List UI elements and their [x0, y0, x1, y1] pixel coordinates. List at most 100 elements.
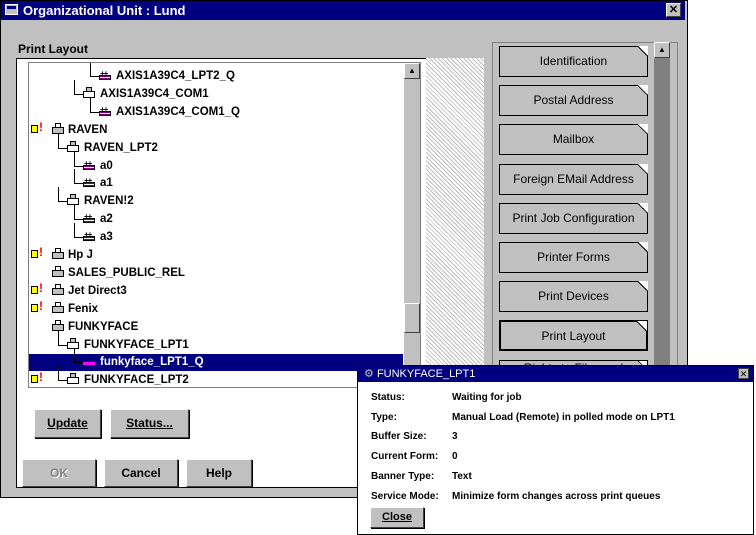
popup-title-bar[interactable]: ⚙ FUNKYFACE_LPT1 ✕	[358, 366, 753, 382]
scroll-up-icon[interactable]: ▲	[654, 42, 670, 58]
queue-icon	[83, 226, 96, 243]
field-label: Service Mode:	[371, 490, 439, 502]
printer-alert-icon	[31, 369, 44, 386]
tree-connector	[58, 187, 67, 203]
alert-icon	[31, 280, 44, 297]
tree-connector	[74, 79, 83, 95]
tree-item-label: a1	[100, 177, 113, 190]
printer-icon: ⚙	[364, 368, 374, 380]
tree-item-label: SALES_PUBLIC_REL	[68, 266, 185, 279]
field-label: Banner Type:	[371, 470, 435, 482]
print-server-icon	[51, 283, 64, 296]
alert-icon	[31, 119, 44, 136]
help-button[interactable]: Help	[186, 459, 252, 487]
queue-icon	[83, 155, 96, 172]
printer-icon	[67, 373, 80, 385]
tree-item[interactable]: FUNKYFACE_LPT2	[31, 369, 189, 387]
tab-foreign-email-address[interactable]: Foreign EMail Address	[499, 163, 648, 195]
tree-item-label: Jet Direct3	[68, 284, 127, 297]
alert-icon	[31, 244, 44, 261]
tree-connector	[74, 223, 83, 239]
title-bar[interactable]: Organizational Unit : Lund ✕	[1, 1, 685, 20]
tab-print-devices[interactable]: Print Devices	[499, 281, 648, 313]
tree-scrollbar[interactable]: ▲	[404, 63, 420, 387]
tree-connector	[58, 366, 67, 382]
tree-item-label: Fenix	[68, 302, 99, 315]
ok-button[interactable]: OK	[22, 459, 96, 487]
close-icon[interactable]: ✕	[738, 368, 749, 379]
window-title: Organizational Unit : Lund	[23, 3, 186, 18]
field-value: Manual Load (Remote) in polled mode on L…	[452, 411, 675, 423]
tree-item-label: FUNKYFACE_LPT1	[84, 338, 189, 351]
scroll-up-icon[interactable]: ▲	[404, 63, 420, 79]
queue-icon	[83, 172, 96, 189]
tree-connector	[74, 151, 83, 167]
tree-item[interactable]: Fenix	[31, 298, 99, 318]
field-value: Waiting for job	[452, 392, 522, 403]
print-tree[interactable]: AXIS1A39C4_LPT2_Q AXIS1A39C4_COM1 AXIS1A39…	[28, 62, 421, 388]
tree-item[interactable]: Jet Direct3	[31, 280, 127, 300]
tree-item-label: Hp J	[68, 249, 93, 261]
tree-connector	[90, 63, 99, 77]
tab-mailbox[interactable]: Mailbox	[499, 124, 648, 156]
field-value: 3	[452, 431, 458, 443]
tree-item-label: FUNKYFACE	[68, 320, 139, 333]
tab-printer-forms[interactable]: Printer Forms	[499, 242, 648, 273]
tree-connector	[74, 169, 83, 185]
tree-item[interactable]: SALES_PUBLIC_REL	[51, 265, 185, 282]
tab-postal-address[interactable]: Postal Address	[499, 85, 648, 117]
queue-icon	[99, 65, 112, 82]
tree-item[interactable]: FUNKYFACE_LPT1	[67, 337, 189, 354]
tree-item-label: AXIS1A39C4_COM1_Q	[116, 105, 240, 118]
window-icon	[5, 4, 18, 15]
tree-item[interactable]: a1	[83, 172, 113, 192]
field-value: 0	[452, 451, 458, 463]
print-server-icon	[51, 301, 64, 314]
cancel-button[interactable]: Cancel	[104, 459, 178, 487]
tree-item-label: RAVEN!2	[84, 195, 134, 208]
tab-identification[interactable]: Identification	[499, 46, 648, 77]
print-server-icon	[51, 248, 64, 260]
tree-connector	[58, 330, 67, 346]
tree-item-label: a0	[100, 159, 113, 172]
tree-item-label: AXIS1A39C4_LPT2_Q	[116, 70, 235, 82]
queue-icon	[83, 208, 96, 225]
status-button[interactable]: Status...	[110, 409, 189, 438]
tree-connector	[74, 348, 83, 364]
print-server-icon	[51, 265, 64, 278]
scroll-track[interactable]	[654, 58, 670, 366]
tree-item-label: FUNKYFACE_LPT2	[84, 374, 189, 387]
tree-item-label: AXIS1A39C4_COM1	[100, 87, 209, 100]
popup-title: ⚙ FUNKYFACE_LPT1	[364, 368, 476, 380]
tree-item-label: RAVEN	[68, 123, 108, 136]
tree-item-label: funkyface_LPT1_Q	[100, 356, 204, 369]
tree-item[interactable]: a3	[83, 226, 113, 246]
tree-connector	[90, 97, 99, 113]
tree-item[interactable]: AXIS1A39C4_COM1_Q	[99, 101, 240, 121]
tree-item[interactable]: Hp J	[31, 244, 93, 264]
field-label: Current Form:	[371, 451, 439, 463]
tab-print-layout[interactable]: Print Layout	[499, 320, 648, 352]
field-label: Type:	[371, 411, 397, 423]
tab-print-job-configuration[interactable]: Print Job Configuration	[499, 202, 648, 234]
alert-icon	[31, 298, 44, 315]
queue-icon	[99, 101, 112, 118]
update-button[interactable]: Update	[34, 409, 101, 438]
tree-item-label: RAVEN_LPT2	[84, 141, 158, 154]
tree-item-label: a3	[100, 231, 113, 244]
field-label: Status:	[371, 392, 405, 403]
tab-scrollbar[interactable]: ▲	[654, 42, 670, 366]
scroll-thumb[interactable]	[404, 303, 420, 333]
tree-connector	[74, 205, 83, 221]
field-label: Buffer Size:	[371, 431, 427, 443]
tree-item[interactable]: AXIS1A39C4_LPT2_Q	[99, 65, 235, 85]
field-value: Minimize form changes across print queue…	[452, 490, 661, 502]
tree-item[interactable]: funkyface_LPT1_Q	[29, 354, 403, 372]
tree-connector	[58, 133, 67, 149]
queue-icon	[83, 355, 96, 367]
page-title: Print Layout	[18, 42, 89, 56]
popup-close-button[interactable]: Close	[370, 507, 424, 528]
tree-item-label: a2	[100, 213, 113, 226]
field-value: Text	[452, 470, 472, 482]
close-icon[interactable]: ✕	[666, 3, 681, 17]
